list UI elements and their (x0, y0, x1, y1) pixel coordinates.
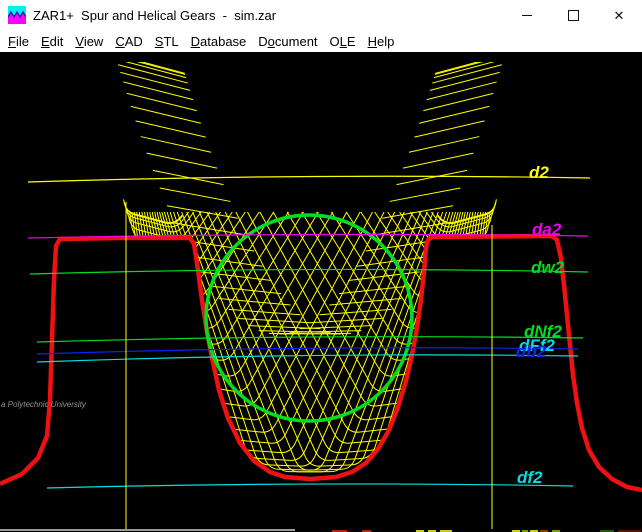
menu-item-view[interactable]: View (69, 32, 109, 51)
close-button[interactable]: ✕ (596, 0, 642, 30)
diameter-label-da2: da2 (532, 220, 562, 239)
menu-item-stl[interactable]: STL (149, 32, 185, 51)
app-window: ZAR1+ Spur and Helical Gears - sim.zar ✕… (0, 0, 642, 532)
maximize-icon (568, 10, 579, 21)
close-icon: ✕ (614, 9, 625, 22)
app-icon (8, 6, 26, 24)
minimize-icon (522, 15, 532, 16)
window-controls: ✕ (504, 0, 642, 30)
menu-item-help[interactable]: Help (362, 32, 401, 51)
menu-item-cad[interactable]: CAD (109, 32, 148, 51)
menu-item-file[interactable]: File (2, 32, 35, 51)
menu-item-document[interactable]: Document (252, 32, 323, 51)
diameter-label-df2: df2 (517, 468, 543, 487)
gear-drawing-canvas[interactable]: d2da2dw2dNf2dFf2db2df2 (0, 52, 642, 532)
minimize-button[interactable] (504, 0, 550, 30)
diameter-label-d2: d2 (529, 163, 549, 182)
title-bar: ZAR1+ Spur and Helical Gears - sim.zar ✕ (0, 0, 642, 30)
maximize-button[interactable] (550, 0, 596, 30)
menu-item-ole[interactable]: OLE (324, 32, 362, 51)
drawing-area: d2da2dw2dNf2dFf2db2df2 (0, 52, 642, 532)
window-title: ZAR1+ Spur and Helical Gears - sim.zar (33, 8, 504, 23)
menu-bar: FileEditViewCADSTLDatabaseDocumentOLEHel… (0, 30, 642, 52)
menu-item-edit[interactable]: Edit (35, 32, 69, 51)
diameter-label-db2: db2 (516, 342, 547, 361)
diameter-label-dw2: dw2 (531, 258, 565, 277)
menu-item-database[interactable]: Database (185, 32, 253, 51)
